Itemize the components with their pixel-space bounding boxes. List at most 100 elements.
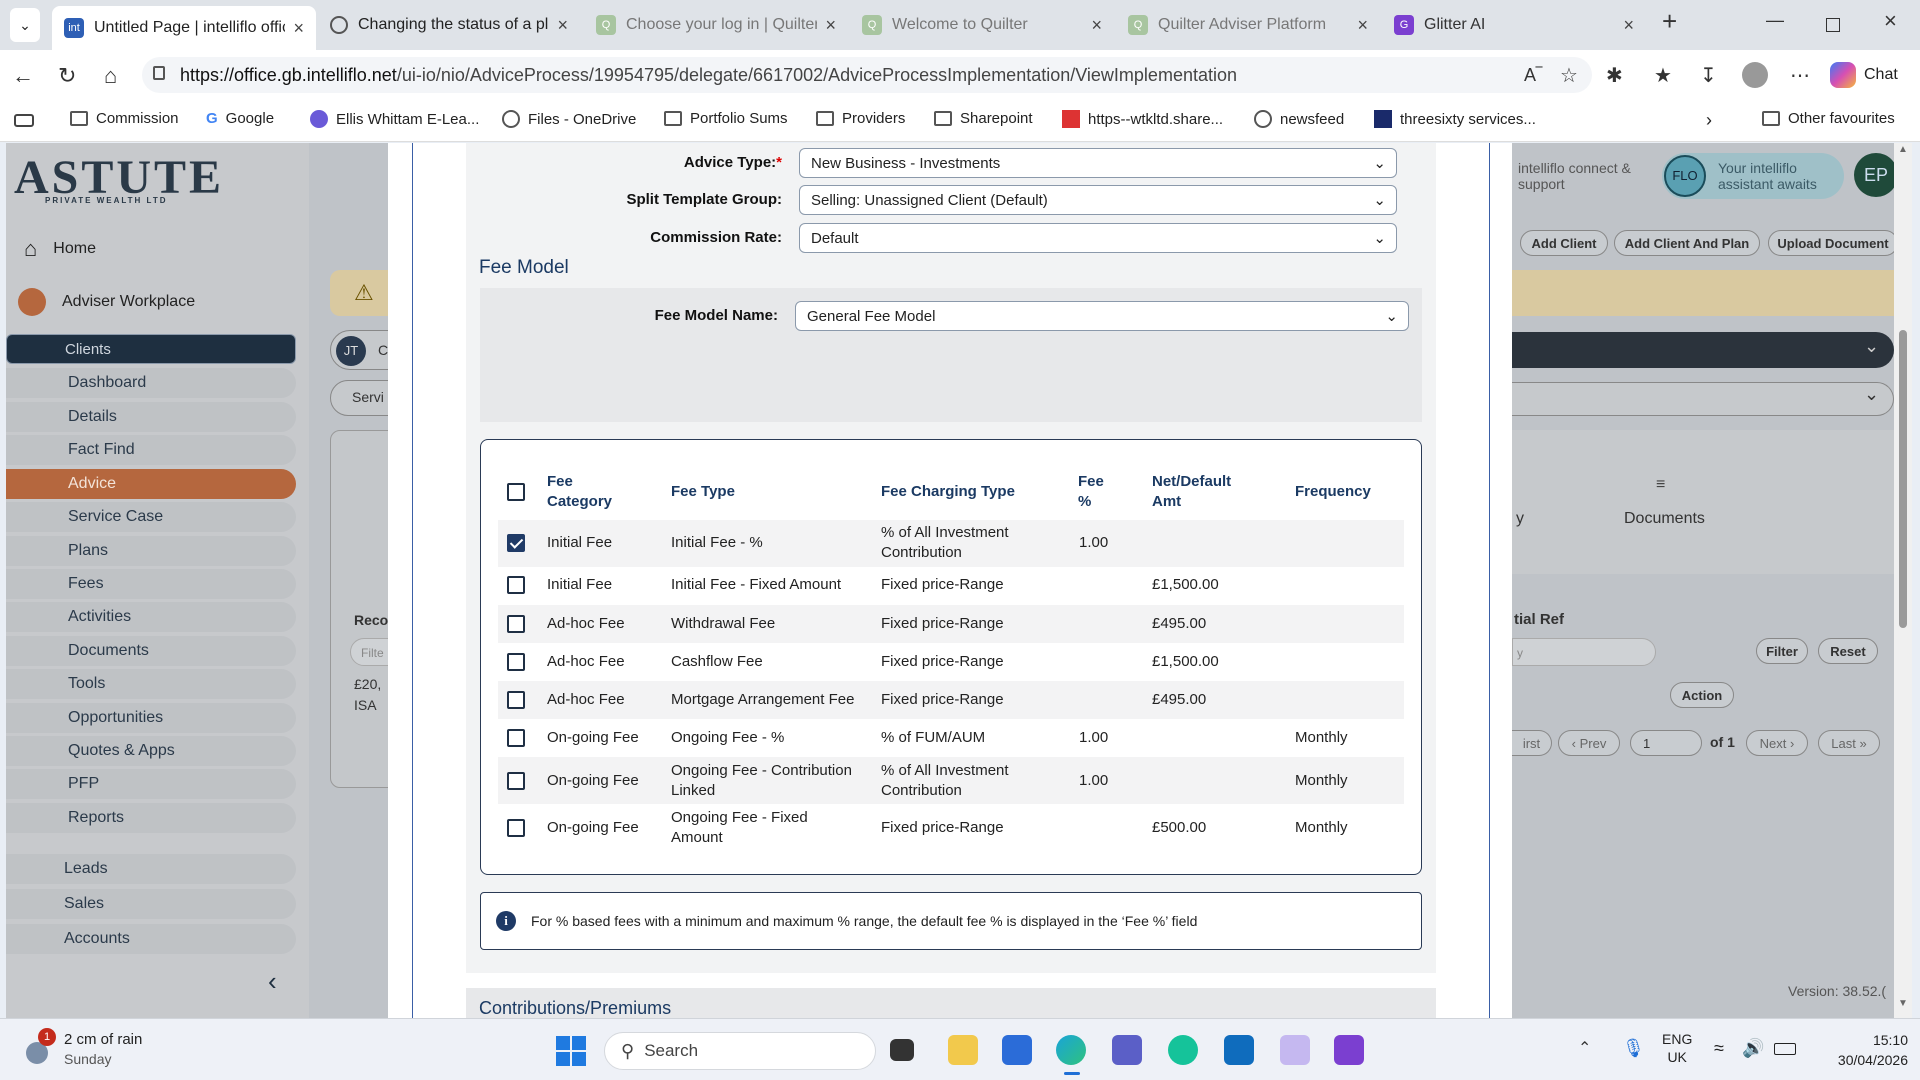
close-tab-icon[interactable]: ×	[557, 15, 568, 36]
sidebar-home[interactable]: ⌂ Home	[24, 236, 96, 262]
minimize-icon[interactable]: —	[1766, 10, 1784, 31]
filter-button[interactable]: Filter	[1756, 638, 1808, 664]
tab-glitter-ai[interactable]: G Glitter AI ×	[1382, 6, 1646, 44]
filter-input-cut[interactable]: Filte	[350, 638, 390, 666]
client-bar-right[interactable]	[1512, 332, 1894, 368]
pager-prev-button[interactable]: ‹ Prev	[1558, 730, 1620, 756]
close-tab-icon[interactable]: ×	[1357, 15, 1368, 36]
sidebar-item-sales[interactable]: Sales	[6, 889, 296, 919]
wifi-icon[interactable]: ≈	[1714, 1038, 1724, 1059]
bookmark-ellis[interactable]: Ellis Whittam E-Lea...	[310, 110, 479, 128]
sidebar-item-documents[interactable]: Documents	[6, 636, 296, 666]
back-icon[interactable]: ←	[12, 63, 34, 89]
volume-icon[interactable]: 🔊	[1742, 1038, 1764, 1059]
sidebar-item-plans[interactable]: Plans	[6, 536, 296, 566]
sidebar-item-tools[interactable]: Tools	[6, 669, 296, 699]
sidebar-toggle-icon[interactable]	[14, 114, 34, 127]
sidebar-item-leads[interactable]: Leads	[6, 854, 296, 884]
profile-avatar[interactable]	[1742, 62, 1768, 88]
row-checkbox[interactable]	[507, 576, 525, 594]
bookmark-newsfeed[interactable]: newsfeed	[1254, 110, 1344, 128]
row-checkbox[interactable]	[507, 615, 525, 633]
scrollbar-thumb[interactable]	[1899, 330, 1907, 628]
tab-welcome-quilter[interactable]: Q Welcome to Quilter ×	[850, 6, 1114, 44]
row-checkbox[interactable]	[507, 729, 525, 747]
glitter-ai-icon[interactable]	[1334, 1035, 1364, 1065]
sidebar-item-opportunities[interactable]: Opportunities	[6, 703, 296, 733]
sidebar-item-fact-find[interactable]: Fact Find	[6, 435, 296, 465]
bookmark-google[interactable]: G Google	[206, 110, 274, 127]
sidebar-item-advice[interactable]: Advice	[6, 469, 296, 499]
sidebar-item-activities[interactable]: Activities	[6, 602, 296, 632]
commission-rate-select[interactable]: Default ⌄	[799, 223, 1397, 253]
edge-icon[interactable]	[1056, 1035, 1086, 1065]
tab-quilter-adviser[interactable]: Q Quilter Adviser Platform ×	[1116, 6, 1380, 44]
upload-document-button[interactable]: Upload Document	[1768, 230, 1898, 256]
read-aloud-icon[interactable]: A‾	[1524, 65, 1542, 86]
refresh-icon[interactable]: ↻	[58, 63, 76, 89]
service-bar-right[interactable]	[1512, 382, 1894, 416]
split-template-select[interactable]: Selling: Unassigned Client (Default) ⌄	[799, 185, 1397, 215]
bookmark-onedrive[interactable]: Files - OneDrive	[502, 110, 636, 128]
close-window-icon[interactable]: ×	[1884, 8, 1897, 34]
sidebar-item-quotes-apps[interactable]: Quotes & Apps	[6, 736, 296, 766]
copilot-chat-button[interactable]: Chat	[1830, 58, 1914, 92]
advice-type-select[interactable]: New Business - Investments ⌄	[799, 148, 1397, 178]
tab-intelliflo[interactable]: int Untitled Page | intelliflo office ×	[52, 6, 316, 50]
bookmark-wtkltd[interactable]: https--wtkltd.share...	[1062, 110, 1223, 128]
action-button[interactable]: Action	[1670, 682, 1734, 708]
sidebar-item-fees[interactable]: Fees	[6, 569, 296, 599]
bookmark-threesixty[interactable]: threesixty services...	[1374, 110, 1536, 128]
add-client-and-plan-button[interactable]: Add Client And Plan	[1614, 230, 1760, 256]
add-client-button[interactable]: Add Client	[1520, 230, 1608, 256]
sidebar-item-pfp[interactable]: PFP	[6, 769, 296, 799]
bookmark-sharepoint[interactable]: Sharepoint	[934, 110, 1033, 127]
show-hidden-icons[interactable]: ⌃	[1578, 1038, 1591, 1058]
close-tab-icon[interactable]: ×	[825, 15, 836, 36]
sidebar-item-accounts[interactable]: Accounts	[6, 924, 296, 954]
sidebar-item-details[interactable]: Details	[6, 402, 296, 432]
intelliflo-connect-link[interactable]: intelliflo connect & support	[1518, 160, 1648, 192]
grammarly-icon[interactable]	[1168, 1035, 1198, 1065]
sidebar-item-service-case[interactable]: Service Case	[6, 502, 296, 532]
task-view-icon[interactable]	[890, 1039, 914, 1061]
restore-icon[interactable]	[1826, 18, 1840, 32]
pager-last-button[interactable]: Last »	[1818, 730, 1880, 756]
fee-model-name-select[interactable]: General Fee Model ⌄	[795, 301, 1409, 331]
tab-list-chevron-icon[interactable]: ⌄	[10, 8, 40, 42]
favorite-star-icon[interactable]: ☆	[1560, 63, 1578, 88]
microphone-icon[interactable]: 🎙	[1622, 1038, 1645, 1059]
taskbar-search[interactable]: ⚲ Search	[604, 1032, 876, 1070]
clock[interactable]: 15:10 30/04/2026	[1808, 1030, 1908, 1070]
row-checkbox[interactable]	[507, 819, 525, 837]
microsoft-store-icon[interactable]	[1002, 1035, 1032, 1065]
reset-button[interactable]: Reset	[1818, 638, 1878, 664]
row-checkbox[interactable]	[507, 534, 525, 552]
teams-icon[interactable]	[1112, 1035, 1142, 1065]
outlook-icon[interactable]	[1224, 1035, 1254, 1065]
pager-page-input[interactable]: 1	[1630, 730, 1702, 756]
row-checkbox[interactable]	[507, 653, 525, 671]
row-checkbox[interactable]	[507, 691, 525, 709]
tab-quilter-login[interactable]: Q Choose your log in | Quilter ×	[584, 6, 848, 44]
user-avatar[interactable]: EP	[1854, 153, 1898, 197]
file-explorer-icon[interactable]	[948, 1035, 978, 1065]
new-tab-icon[interactable]: +	[1662, 6, 1677, 37]
chevron-down-icon[interactable]: ⌄	[1864, 384, 1879, 405]
downloads-icon[interactable]: ↧	[1700, 63, 1717, 88]
snipping-tool-icon[interactable]	[1280, 1035, 1310, 1065]
pager-next-button[interactable]: Next ›	[1746, 730, 1808, 756]
bookmarks-overflow-icon[interactable]: ›	[1706, 110, 1712, 131]
tab-changing-status[interactable]: Changing the status of a plan ×	[318, 6, 580, 44]
chevron-down-icon[interactable]: ⌄	[1864, 336, 1879, 357]
sidebar-item-clients[interactable]: Clients	[6, 334, 296, 364]
bookmark-commission[interactable]: Commission	[70, 110, 179, 127]
bookmark-other-favourites[interactable]: Other favourites	[1762, 110, 1895, 127]
documents-tab-icon[interactable]: ≡	[1656, 476, 1665, 494]
favorites-icon[interactable]: ★	[1654, 63, 1672, 88]
battery-icon[interactable]	[1774, 1043, 1796, 1055]
sidebar-item-reports[interactable]: Reports	[6, 803, 296, 833]
scroll-up-icon[interactable]: ▲	[1898, 144, 1908, 155]
scroll-down-icon[interactable]: ▼	[1898, 998, 1908, 1009]
language-indicator[interactable]: ENG UK	[1662, 1030, 1692, 1066]
